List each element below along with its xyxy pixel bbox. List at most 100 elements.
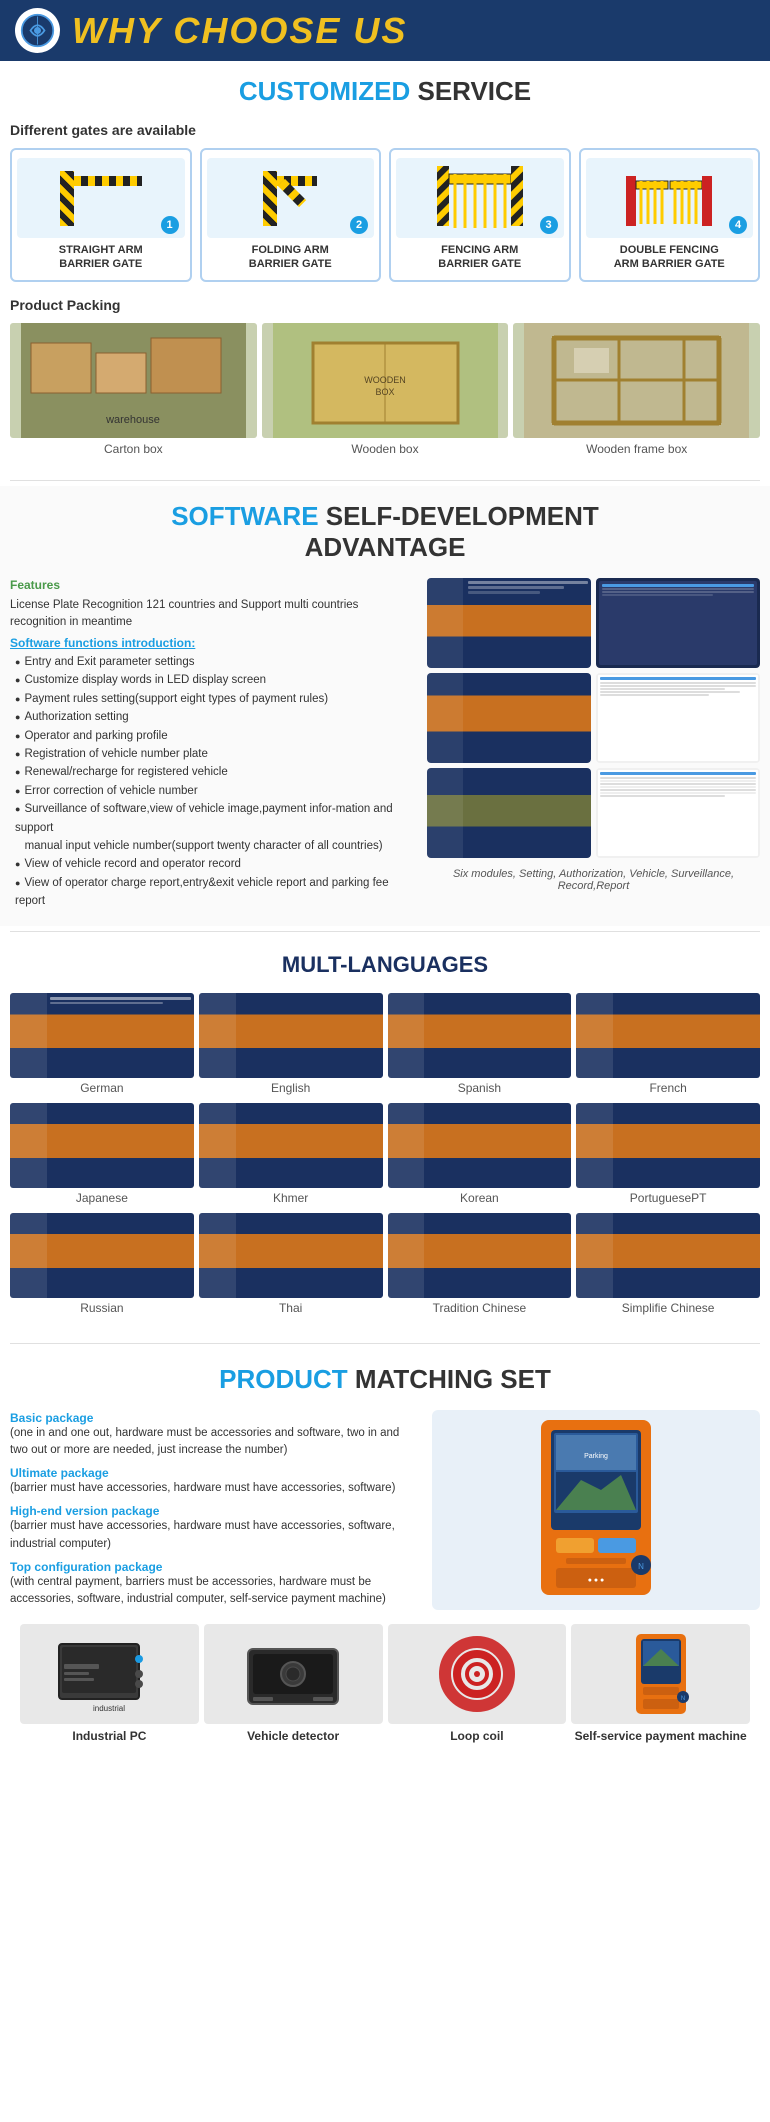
screen-6 (596, 768, 760, 858)
package-highend: High-end version package (barrier must h… (10, 1503, 420, 1553)
screen-row-2 (427, 673, 760, 763)
gate-icon-3: 3 (396, 158, 564, 238)
screen-4 (596, 673, 760, 763)
screen-5 (427, 768, 591, 858)
prod-label-loop-coil: Loop coil (388, 1729, 567, 1743)
software-section: SOFTWARE SELF-DEVELOPMENTADVANTAGE Featu… (0, 486, 770, 926)
lang-label-thai: Thai (199, 1298, 383, 1318)
customized-section: CUSTOMIZED SERVICE Different gates are a… (0, 61, 770, 475)
bullet-5: Operator and parking profile (15, 727, 417, 745)
page-header: WHY CHOOSE US (0, 0, 770, 61)
bullet-6: Registration of vehicle number plate (15, 745, 417, 763)
gate-label-3: FENCING ARMBARRIER GATE (396, 243, 564, 272)
svg-text:WOODEN: WOODEN (364, 375, 406, 385)
lang-french: French (576, 993, 760, 1098)
prod-img-self-service: N (571, 1624, 750, 1724)
features-text: License Plate Recognition 121 countries … (10, 597, 417, 632)
gate-item-3: 3 FENCING ARMBARRIER GATE (389, 148, 571, 282)
package-basic: Basic package (one in and one out, hardw… (10, 1410, 420, 1460)
features-title: Features (10, 578, 417, 592)
customized-title: CUSTOMIZED SERVICE (10, 76, 760, 107)
lang-label-simplifie-chinese: Simplifie Chinese (576, 1298, 760, 1318)
software-title: SOFTWARE SELF-DEVELOPMENTADVANTAGE (10, 501, 760, 563)
prod-img-loop-coil (388, 1624, 567, 1724)
lang-simplifie-chinese: Simplifie Chinese (576, 1213, 760, 1318)
packing-title: Product Packing (10, 297, 760, 313)
lang-tradition-chinese: Tradition Chinese (388, 1213, 572, 1318)
pack-img-2: WOODEN BOX (262, 323, 509, 438)
lang-korean: Korean (388, 1103, 572, 1208)
svg-text:warehouse: warehouse (105, 414, 160, 426)
bullet-3: Payment rules setting(support eight type… (15, 690, 417, 708)
bullet-10: View of vehicle record and operator reco… (15, 855, 417, 873)
bullet-7: Renewal/recharge for registered vehicle (15, 763, 417, 781)
bullet-11: View of operator charge report,entry&exi… (15, 874, 417, 911)
pack-item-1: warehouse Carton box (10, 323, 257, 460)
prod-loop-coil: Loop coil (388, 1624, 567, 1743)
prod-label-industrial-pc: Industrial PC (20, 1729, 199, 1743)
lang-spanish: Spanish (388, 993, 572, 1098)
screen-1 (427, 578, 591, 668)
gates-grid: 1 STRAIGHT ARMBARRIER GATE 2 FOLDIN (10, 148, 760, 282)
lang-portuguese: PortuguesePT (576, 1103, 760, 1208)
pack-label-2: Wooden box (262, 438, 509, 460)
lang-label-portuguese: PortuguesePT (576, 1188, 760, 1208)
bullet-1: Entry and Exit parameter settings (15, 653, 417, 671)
lang-label-german: German (10, 1078, 194, 1098)
matching-left: Basic package (one in and one out, hardw… (10, 1410, 420, 1615)
pack-img-3 (513, 323, 760, 438)
lang-label-japanese: Japanese (10, 1188, 194, 1208)
software-left: Features License Plate Recognition 121 c… (10, 578, 417, 911)
gate-item-4: 4 DOUBLE FENCINGARM BARRIER GATE (579, 148, 761, 282)
bullet-2: Customize display words in LED display s… (15, 671, 417, 689)
gate-label-2: FOLDING ARMBARRIER GATE (207, 243, 375, 272)
svg-text:Parking: Parking (584, 1453, 608, 1460)
pack-label-3: Wooden frame box (513, 438, 760, 460)
lang-label-russian: Russian (10, 1298, 194, 1318)
svg-text:BOX: BOX (375, 387, 394, 397)
pack-item-2: WOODEN BOX Wooden box (262, 323, 509, 460)
lang-label-english: English (199, 1078, 383, 1098)
machine-image: Parking ● ● ● N (432, 1410, 760, 1610)
pack-item-3: Wooden frame box (513, 323, 760, 460)
lang-label-khmer: Khmer (199, 1188, 383, 1208)
bullet-list: Entry and Exit parameter settings Custom… (10, 653, 417, 910)
software-content: Features License Plate Recognition 121 c… (10, 578, 760, 911)
package-ultimate: Ultimate package (barrier must have acce… (10, 1465, 420, 1497)
screen-3 (427, 673, 591, 763)
lang-label-spanish: Spanish (388, 1078, 572, 1098)
gates-subtitle: Different gates are available (10, 122, 760, 138)
lang-german: German (10, 993, 194, 1098)
svg-text:● ● ●: ● ● ● (588, 1577, 605, 1584)
pack-img-1: warehouse (10, 323, 257, 438)
prod-vehicle-detector: Vehicle detector (204, 1624, 383, 1743)
prod-self-service: N Self-service payment machine (571, 1624, 750, 1743)
bullet-9: Surveillance of software,view of vehicle… (15, 800, 417, 855)
pack-label-1: Carton box (10, 438, 257, 460)
screen-row-3 (427, 768, 760, 858)
prod-img-industrial-pc: industrial (20, 1624, 199, 1724)
lang-label-korean: Korean (388, 1188, 572, 1208)
gate-item-1: 1 STRAIGHT ARMBARRIER GATE (10, 148, 192, 282)
prod-label-vehicle-detector: Vehicle detector (204, 1729, 383, 1743)
package-top: Top configuration package (with central … (10, 1559, 420, 1609)
logo (15, 8, 60, 53)
matching-content: Basic package (one in and one out, hardw… (10, 1410, 760, 1615)
bullet-4: Authorization setting (15, 708, 417, 726)
lang-japanese: Japanese (10, 1103, 194, 1208)
prod-label-self-service: Self-service payment machine (571, 1729, 750, 1743)
languages-title: MULT-LANGUAGES (10, 952, 760, 978)
gate-icon-4: 4 (586, 158, 754, 238)
svg-text:N: N (638, 1562, 644, 1571)
matching-section: PRODUCT MATCHING SET Basic package (one … (0, 1349, 770, 1769)
features-intro: Software functions introduction: (10, 636, 417, 650)
lang-thai: Thai (199, 1213, 383, 1318)
gate-item-2: 2 FOLDING ARMBARRIER GATE (200, 148, 382, 282)
gate-icon-2: 2 (207, 158, 375, 238)
page-title: WHY CHOOSE US (72, 10, 407, 52)
bottom-products: industrial Industrial PC Vehicle detecto… (10, 1614, 760, 1753)
bullet-8: Error correction of vehicle number (15, 782, 417, 800)
gate-label-1: STRAIGHT ARMBARRIER GATE (17, 243, 185, 272)
screen-row-1 (427, 578, 760, 668)
lang-khmer: Khmer (199, 1103, 383, 1208)
